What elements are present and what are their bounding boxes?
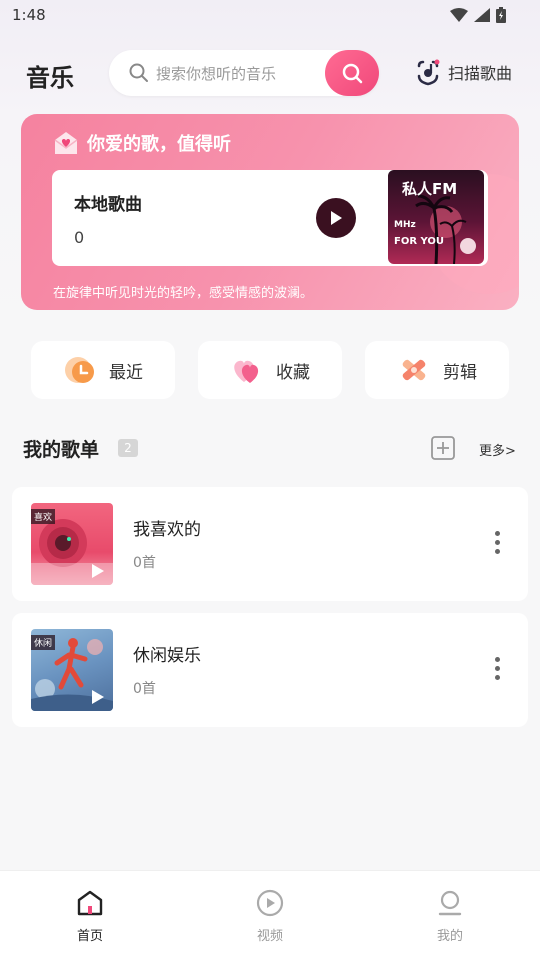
- more-options-icon[interactable]: [495, 657, 500, 680]
- nav-profile-label: 我的: [436, 929, 463, 944]
- quick-actions: 最近 收藏 剪辑: [31, 341, 509, 399]
- playlist-item[interactable]: 喜欢 我喜欢的 0首: [12, 487, 528, 601]
- nav-video[interactable]: 视频: [230, 889, 310, 944]
- recommend-banner: 你爱的歌，值得听 本地歌曲 0 私人FM MHz FOR YOU 在旋律中听见时…: [21, 114, 519, 310]
- play-icon: [92, 690, 104, 704]
- status-icons: [450, 7, 506, 23]
- more-playlists-link[interactable]: 更多>: [479, 440, 516, 459]
- fm-badge: [460, 238, 476, 254]
- scan-music-icon: [417, 59, 440, 86]
- fm-title: 私人FM: [402, 180, 458, 198]
- playlist-count-badge: 2: [118, 439, 138, 457]
- banner-heading: 你爱的歌，值得听: [53, 130, 231, 156]
- playlist-name: 我喜欢的: [133, 520, 201, 540]
- local-songs-title: 本地歌曲: [74, 195, 142, 215]
- fm-mhz: MHz: [394, 220, 416, 230]
- playlist-cover: 休闲: [31, 629, 113, 711]
- playlist-name: 休闲娱乐: [133, 646, 201, 666]
- cover-tag: 喜欢: [31, 509, 56, 524]
- favorites-button[interactable]: 收藏: [198, 341, 342, 399]
- playlist-section-title: 我的歌单: [23, 439, 100, 461]
- page-title: 音乐: [26, 64, 74, 92]
- more-options-icon[interactable]: [495, 531, 500, 554]
- video-icon: [256, 889, 284, 917]
- fm-for-you: FOR YOU: [394, 236, 445, 247]
- heart-icon: [234, 360, 259, 383]
- nav-home-label: 首页: [76, 929, 103, 944]
- home-icon: [77, 890, 103, 916]
- nav-home[interactable]: 首页: [50, 889, 130, 944]
- recent-label: 最近: [109, 362, 143, 383]
- scissors-icon: [402, 359, 426, 381]
- battery-icon: [496, 7, 506, 23]
- playlist-item[interactable]: 休闲 休闲娱乐 0首: [12, 613, 528, 727]
- favorites-label: 收藏: [276, 362, 310, 383]
- scan-label: 扫描歌曲: [448, 64, 513, 83]
- search-placeholder: 搜索你想听的音乐: [156, 65, 277, 83]
- bottom-nav: 首页 视频 我的: [0, 870, 540, 960]
- status-time: 1:48: [12, 6, 46, 24]
- banner-title: 你爱的歌，值得听: [87, 134, 231, 155]
- playlist-cover: 喜欢: [31, 503, 113, 585]
- search-icon: [342, 63, 363, 84]
- local-songs-count: 0: [74, 228, 85, 247]
- private-fm-card[interactable]: 私人FM MHz FOR YOU: [388, 170, 484, 264]
- edit-button[interactable]: 剪辑: [365, 341, 509, 399]
- profile-icon: [438, 890, 462, 916]
- edit-label: 剪辑: [443, 362, 477, 383]
- play-button[interactable]: [316, 198, 356, 238]
- search-input[interactable]: 搜索你想听的音乐: [109, 50, 379, 96]
- love-letter-icon: [54, 132, 78, 154]
- play-icon: [331, 211, 342, 225]
- scan-songs-button[interactable]: 扫描歌曲: [414, 58, 512, 86]
- playlist-header: 我的歌单 2 更多>: [23, 432, 518, 464]
- banner-subtitle: 在旋律中听见时光的轻吟，感受情感的波澜。: [53, 286, 314, 301]
- local-songs-card[interactable]: 本地歌曲 0 私人FM MHz FOR YOU: [52, 170, 488, 266]
- header: 音乐 搜索你想听的音乐 扫描歌曲: [0, 48, 540, 98]
- wifi-icon: [450, 8, 468, 22]
- nav-video-label: 视频: [256, 929, 283, 944]
- playlist-song-count: 0首: [133, 555, 156, 571]
- play-icon: [92, 564, 104, 578]
- add-playlist-icon[interactable]: [431, 436, 455, 460]
- signal-icon: [474, 8, 490, 22]
- status-bar: 1:48: [0, 0, 540, 32]
- recent-button[interactable]: 最近: [31, 341, 175, 399]
- cover-tag: 休闲: [31, 635, 56, 650]
- playlist-song-count: 0首: [133, 681, 156, 697]
- search-icon: [129, 63, 149, 87]
- nav-profile[interactable]: 我的: [410, 889, 490, 944]
- search-button[interactable]: [325, 50, 379, 96]
- clock-icon: [65, 357, 94, 383]
